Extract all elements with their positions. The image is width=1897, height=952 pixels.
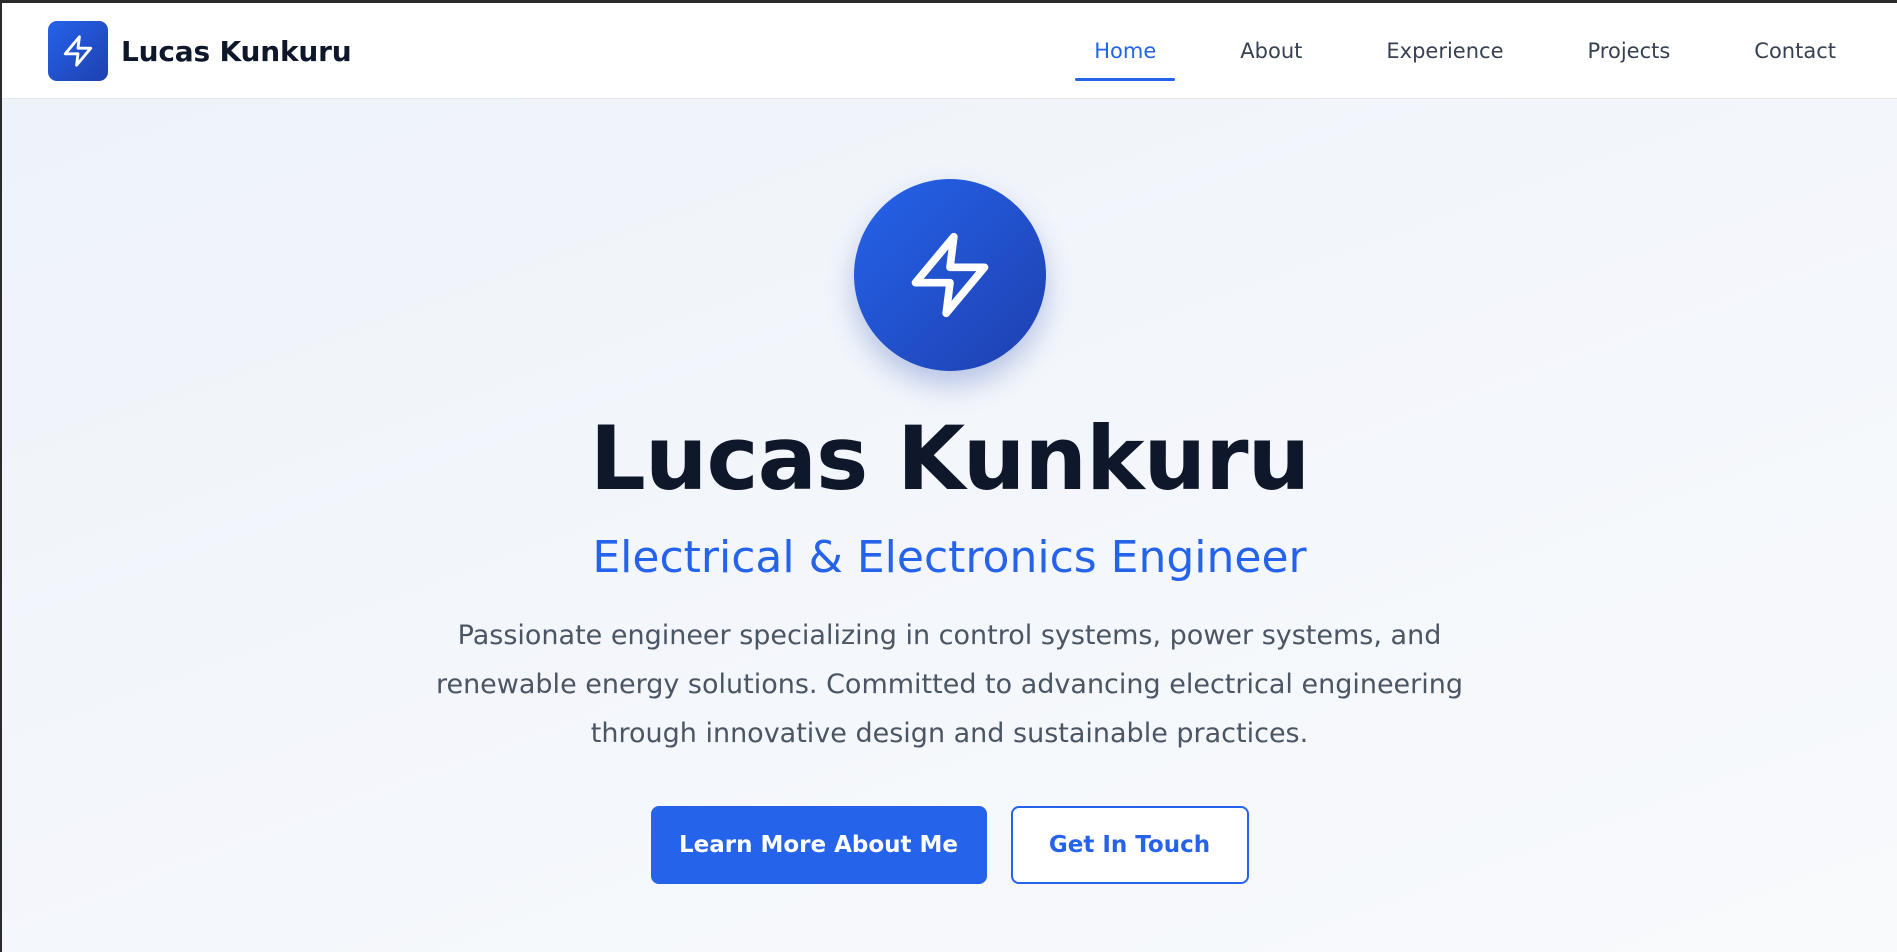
nav-item-experience[interactable]: Experience (1367, 3, 1522, 99)
nav-item-about[interactable]: About (1221, 3, 1321, 99)
hero-title: Electrical & Electronics Engineer (592, 532, 1307, 583)
hero-section: Lucas Kunkuru Electrical & Electronics E… (2, 99, 1897, 952)
learn-more-button[interactable]: Learn More About Me (650, 806, 987, 884)
lightning-bolt-icon (48, 21, 108, 81)
hero-description: Passionate engineer specializing in cont… (435, 620, 1464, 749)
hero-actions: Learn More About Me Get In Touch (650, 806, 1249, 884)
nav-item-projects[interactable]: Projects (1569, 3, 1690, 99)
top-navbar: Lucas Kunkuru Home About Experience Proj… (2, 3, 1897, 99)
brand-name: Lucas Kunkuru (121, 34, 352, 68)
main-nav: Home About Experience Projects Contact (1029, 3, 1855, 99)
browser-viewport: Lucas Kunkuru Home About Experience Proj… (0, 0, 1897, 952)
nav-item-home[interactable]: Home (1075, 3, 1176, 99)
lightning-bolt-icon (853, 179, 1046, 371)
nav-item-contact[interactable]: Contact (1735, 3, 1855, 99)
get-in-touch-button[interactable]: Get In Touch (1010, 806, 1249, 884)
hero-content: Lucas Kunkuru Electrical & Electronics E… (2, 99, 1897, 884)
hero-name: Lucas Kunkuru (589, 407, 1310, 510)
brand[interactable]: Lucas Kunkuru (48, 21, 352, 81)
